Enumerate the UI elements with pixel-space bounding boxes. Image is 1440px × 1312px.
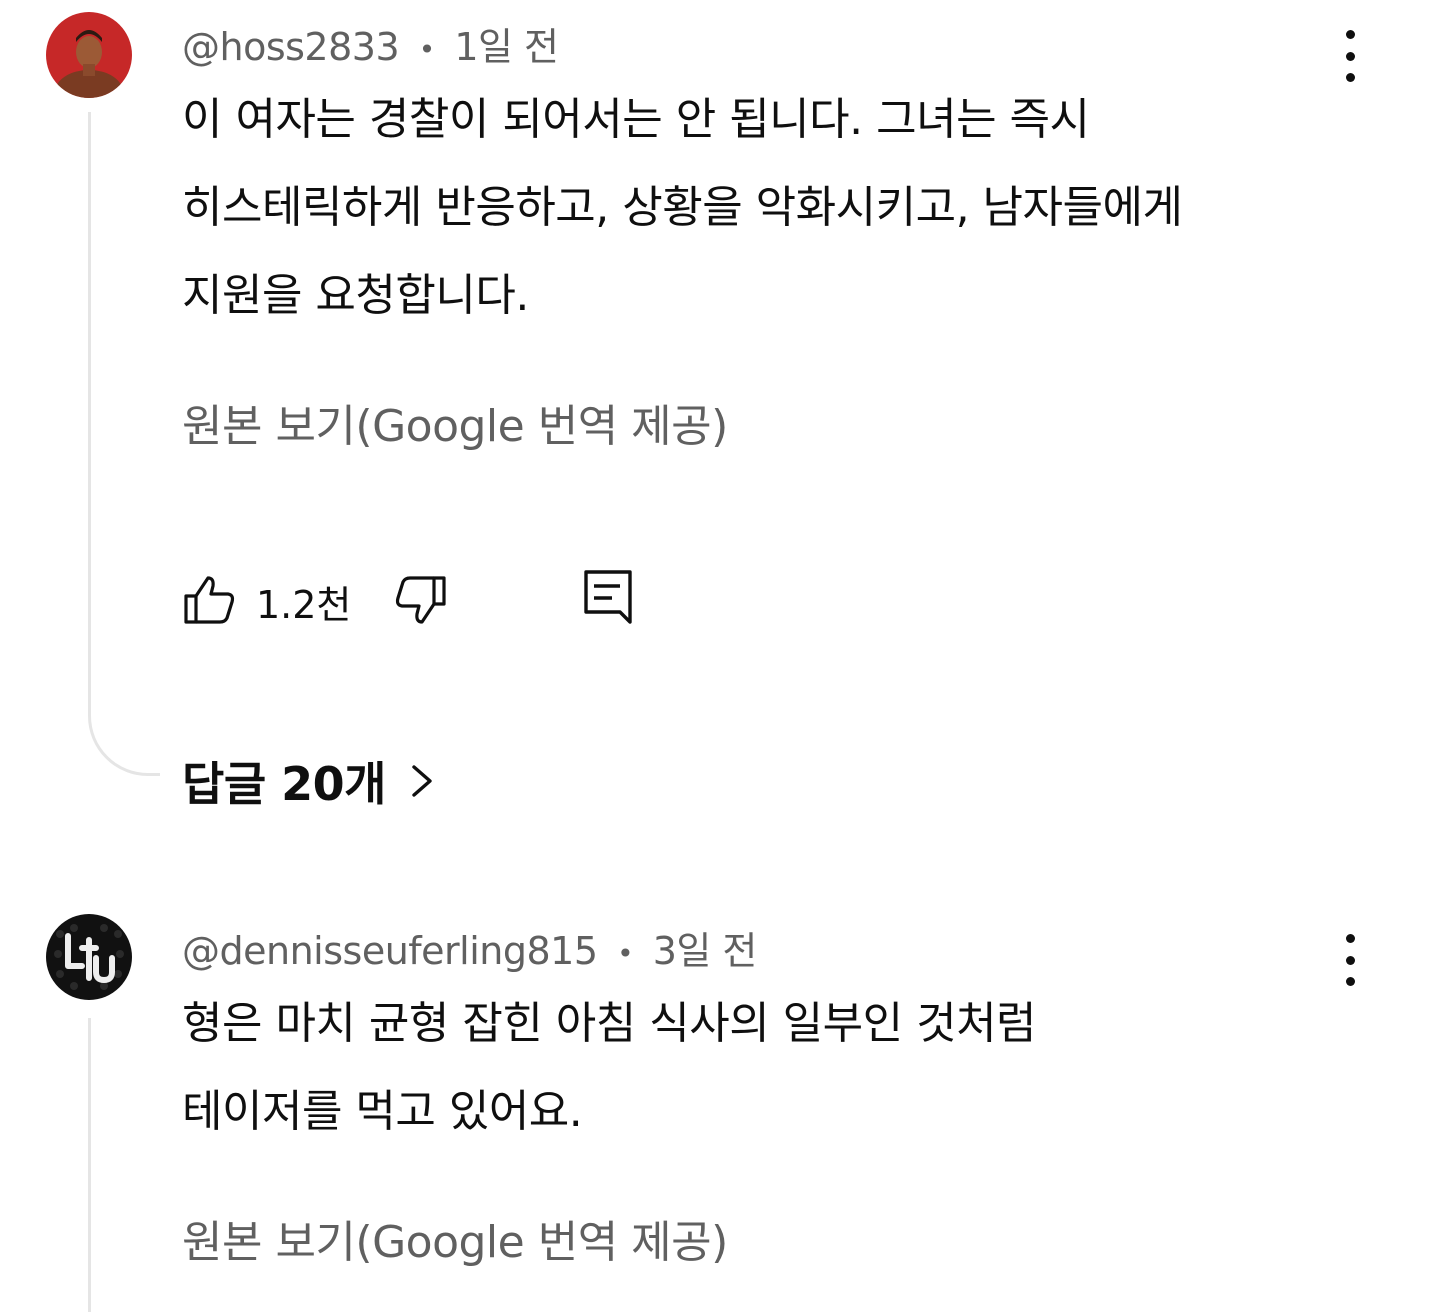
like-count: 1.2천 — [256, 583, 352, 627]
reply-comment-icon — [584, 570, 632, 624]
comment-text-line: 지원을 요청합니다. — [182, 270, 529, 321]
chevron-right-icon — [408, 761, 436, 801]
comment-time[interactable]: 1일 전 — [454, 25, 559, 69]
reply-button[interactable] — [582, 568, 638, 632]
thread-curve — [88, 690, 160, 776]
replies-label: 답글 20개 — [182, 757, 387, 811]
thumbs-up-icon — [184, 576, 235, 624]
comment-author[interactable]: @dennisseuferling815 — [182, 929, 598, 973]
comment-text-line: 테이저를 먹고 있어요. — [182, 1086, 583, 1137]
view-replies-button[interactable]: 답글 20개 — [182, 748, 436, 814]
comment-text-line: 이 여자는 경찰이 되어서는 안 됩니다. 그녀는 즉시 — [182, 94, 1090, 145]
thumbs-down-icon — [395, 576, 446, 624]
avatar-image — [46, 914, 132, 1000]
comment-time[interactable]: 3일 전 — [653, 929, 758, 973]
comment-text-line: 형은 마치 균형 잡힌 아침 식사의 일부인 것처럼 — [182, 998, 1037, 1049]
comment-text-line: 히스테릭하게 반응하고, 상황을 악화시키고, 남자들에게 — [182, 182, 1183, 233]
avatar[interactable] — [46, 12, 132, 98]
more-actions-button[interactable] — [1330, 26, 1370, 86]
more-actions-button[interactable] — [1330, 930, 1370, 990]
avatar-image — [46, 12, 132, 98]
kebab-vertical-icon — [1345, 30, 1355, 39]
avatar[interactable] — [46, 914, 132, 1000]
comment-meta: @hoss2833 • 1일 전 — [182, 16, 559, 71]
meta-separator: • — [617, 937, 634, 970]
show-original-link[interactable]: 원본 보기(Google 번역 제공) — [182, 390, 728, 454]
dislike-button[interactable] — [392, 572, 448, 632]
show-original-link[interactable]: 원본 보기(Google 번역 제공) — [182, 1206, 728, 1270]
thread-line — [88, 1018, 91, 1312]
kebab-vertical-icon — [1345, 934, 1355, 943]
comment-text: 이 여자는 경찰이 되어서는 안 됩니다. 그녀는 즉시 히스테릭하게 반응하고… — [182, 76, 1183, 340]
comment-author[interactable]: @hoss2833 — [182, 25, 400, 69]
meta-separator: • — [418, 33, 436, 66]
like-button[interactable] — [182, 572, 238, 632]
comment-text: 형은 마치 균형 잡힌 아침 식사의 일부인 것처럼 테이저를 먹고 있어요. — [182, 980, 1037, 1156]
comment-meta: @dennisseuferling815 • 3일 전 — [182, 920, 757, 975]
thread-line — [88, 112, 91, 692]
